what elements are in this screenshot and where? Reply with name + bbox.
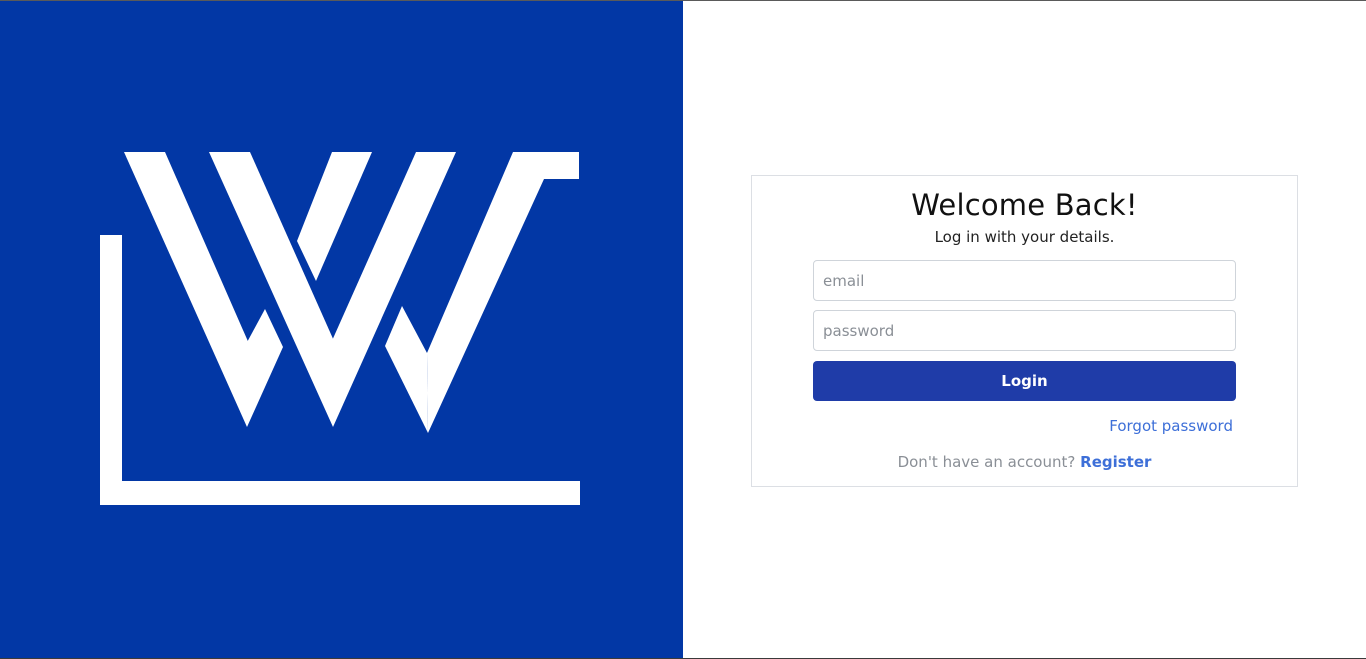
- password-field[interactable]: [813, 310, 1236, 351]
- login-page: Welcome Back! Log in with your details. …: [0, 0, 1366, 659]
- forgot-password-link[interactable]: Forgot password: [1109, 417, 1233, 435]
- email-field[interactable]: [813, 260, 1236, 301]
- login-card: Welcome Back! Log in with your details. …: [751, 175, 1298, 487]
- register-row: Don't have an account? Register: [752, 453, 1297, 471]
- w-monogram-logo-icon: [100, 152, 580, 505]
- page-subtitle: Log in with your details.: [934, 228, 1115, 246]
- register-link[interactable]: Register: [1080, 453, 1151, 471]
- brand-panel: [0, 1, 683, 659]
- login-button[interactable]: Login: [813, 361, 1236, 401]
- no-account-text: Don't have an account?: [897, 453, 1076, 471]
- page-title: Welcome Back!: [911, 188, 1138, 222]
